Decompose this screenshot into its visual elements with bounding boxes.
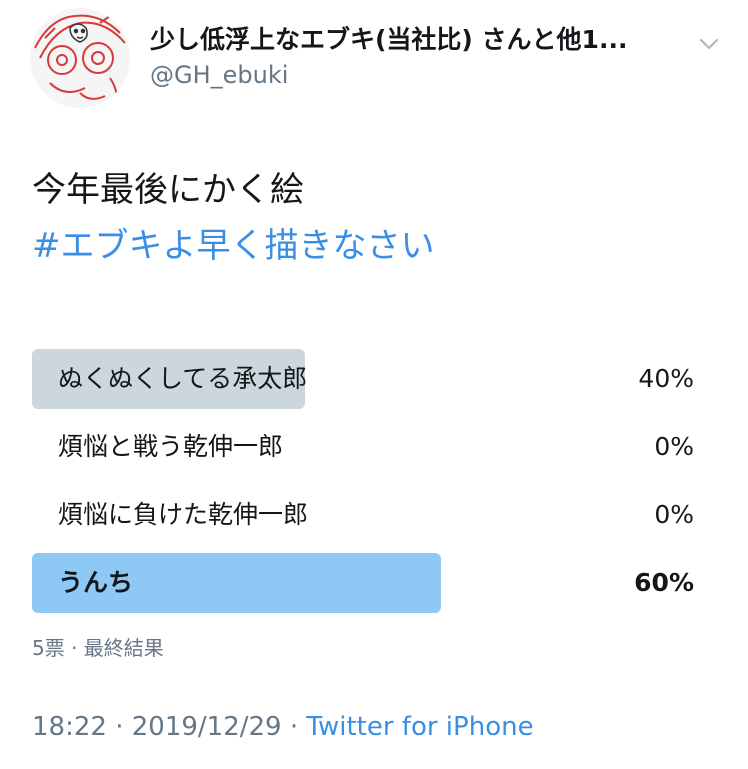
poll-option-label: 煩悩と戦う乾伸一郎 bbox=[58, 432, 284, 461]
tweet-date[interactable]: 2019/12/29 bbox=[132, 712, 282, 742]
poll-option: 煩悩と戦う乾伸一郎 0% bbox=[32, 417, 700, 477]
poll-option: ぬくぬくしてる承太郎 40% bbox=[32, 349, 700, 409]
tweet-body: 今年最後にかく絵 #エブキよ早く描きなさい bbox=[32, 162, 435, 274]
author-handle[interactable]: @GH_ebuki bbox=[150, 60, 288, 90]
poll-meta: 5票 · 最終結果 bbox=[32, 636, 164, 660]
poll-option-label: うんち bbox=[58, 568, 134, 597]
avatar[interactable] bbox=[30, 8, 130, 108]
tweet-text: 今年最後にかく絵 bbox=[32, 170, 304, 210]
poll-option-label: ぬくぬくしてる承太郎 bbox=[58, 364, 308, 393]
poll-option-percent: 0% bbox=[654, 500, 694, 529]
separator: · bbox=[281, 712, 307, 742]
poll-option-percent: 60% bbox=[634, 568, 694, 597]
separator: · bbox=[106, 712, 132, 742]
poll-option: 煩悩に負けた乾伸一郎 0% bbox=[32, 485, 700, 545]
chevron-down-icon[interactable] bbox=[697, 32, 721, 56]
avatar-drawing bbox=[30, 8, 130, 108]
tweet-footer: 18:22 · 2019/12/29 · Twitter for iPhone bbox=[32, 712, 534, 742]
poll-option-label: 煩悩に負けた乾伸一郎 bbox=[58, 500, 309, 529]
poll-option-percent: 40% bbox=[638, 364, 694, 393]
tweet-source-link[interactable]: Twitter for iPhone bbox=[306, 712, 533, 742]
poll-option-winner: うんち 60% bbox=[32, 553, 700, 613]
tweet-time[interactable]: 18:22 bbox=[32, 712, 107, 742]
author-display-name[interactable]: 少し低浮上なエブキ(当社比) さんと他1... bbox=[150, 24, 690, 56]
poll: ぬくぬくしてる承太郎 40% 煩悩と戦う乾伸一郎 0% 煩悩に負けた乾伸一郎 0… bbox=[32, 349, 700, 621]
poll-option-percent: 0% bbox=[654, 432, 694, 461]
hashtag-link[interactable]: #エブキよ早く描きなさい bbox=[32, 218, 435, 274]
